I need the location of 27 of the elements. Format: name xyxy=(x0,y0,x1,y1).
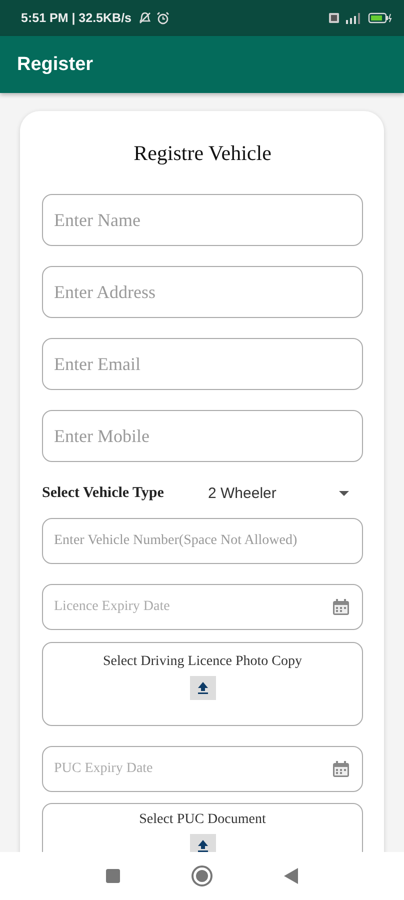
calendar-icon xyxy=(332,598,350,616)
input-field[interactable]: Enter Email xyxy=(42,338,363,390)
recents-button[interactable] xyxy=(106,869,120,883)
calendar-icon xyxy=(332,760,350,778)
app-bar-title: Register xyxy=(17,54,94,76)
sim-icon xyxy=(328,12,340,24)
alarm-icon xyxy=(156,11,170,25)
upload-label: Select PUC Document xyxy=(139,812,266,828)
field-label: Select Vehicle Type xyxy=(42,484,165,502)
input-field[interactable]: Enter Vehicle Number(Space Not Allowed) xyxy=(42,518,363,564)
battery-charging-icon xyxy=(368,12,392,24)
input-field[interactable]: Enter Address xyxy=(42,266,363,318)
home-button[interactable] xyxy=(190,865,213,887)
upload-label: Select Driving Licence Photo Copy xyxy=(102,654,302,670)
upload-box[interactable]: Select Driving Licence Photo Copy xyxy=(42,642,363,726)
upload-icon[interactable] xyxy=(190,834,216,852)
input-field[interactable]: Enter Mobile xyxy=(42,410,363,462)
caret-icon xyxy=(339,490,349,496)
upload-icon[interactable] xyxy=(190,676,216,700)
back-button[interactable] xyxy=(284,868,298,884)
date-field[interactable]: Licence Expiry Date xyxy=(42,584,363,630)
muted-bell-icon xyxy=(138,11,152,25)
vehicle-type-dropdown[interactable]: 2 Wheeler xyxy=(208,484,363,502)
input-field[interactable]: Enter Name xyxy=(42,194,363,246)
status-time: 5:51 PM | 32.5KB/s xyxy=(21,11,132,25)
date-field[interactable]: PUC Expiry Date xyxy=(42,746,363,792)
form-title: Registre Vehicle xyxy=(132,141,272,166)
